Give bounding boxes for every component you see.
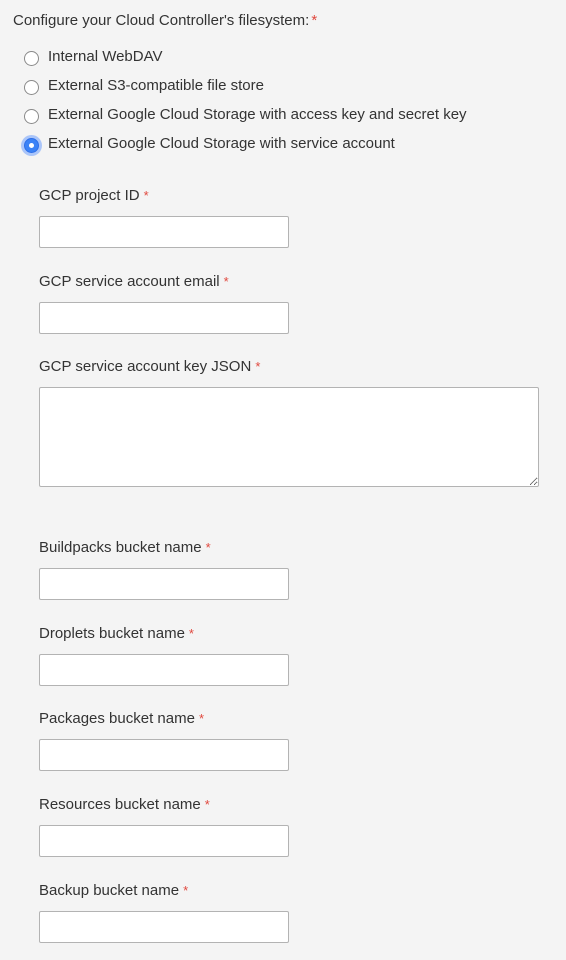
gcp-service-account-email-input[interactable]	[39, 302, 289, 334]
required-asterisk: *	[223, 274, 229, 289]
filesystem-option-gcs-service-account[interactable]: External Google Cloud Storage with servi…	[24, 133, 395, 153]
gcp-service-account-key-json-label-text: GCP service account key JSON	[39, 358, 252, 375]
filesystem-option-external-s3[interactable]: External S3-compatible file store	[24, 75, 264, 95]
required-asterisk: *	[204, 797, 210, 812]
radio-label-internal-webdav[interactable]: Internal WebDAV	[48, 48, 163, 65]
packages-bucket-name-label-text: Packages bucket name	[39, 710, 195, 727]
filesystem-option-internal-webdav[interactable]: Internal WebDAV	[24, 46, 163, 66]
filesystem-heading: Configure your Cloud Controller's filesy…	[13, 11, 317, 31]
packages-bucket-name-input[interactable]	[39, 739, 289, 771]
radio-gcs-service-account[interactable]	[24, 137, 39, 153]
radio-gcs-access-key[interactable]	[24, 108, 39, 124]
droplets-bucket-name-label-text: Droplets bucket name	[39, 625, 185, 642]
gcp-service-account-key-json-textarea[interactable]	[39, 387, 539, 487]
required-asterisk: *	[183, 883, 189, 898]
gcp-service-account-email-label-text: GCP service account email	[39, 273, 220, 290]
gcp-service-account-key-json-label: GCP service account key JSON *	[39, 357, 260, 377]
packages-bucket-name-label: Packages bucket name *	[39, 709, 204, 729]
droplets-bucket-name-input[interactable]	[39, 654, 289, 686]
backup-bucket-name-label: Backup bucket name *	[39, 881, 188, 901]
backup-bucket-name-label-text: Backup bucket name	[39, 882, 180, 899]
required-asterisk: *	[143, 188, 149, 203]
droplets-bucket-name-label: Droplets bucket name *	[39, 624, 194, 644]
required-asterisk: *	[188, 626, 194, 641]
buildpacks-bucket-name-input[interactable]	[39, 568, 289, 600]
required-asterisk: *	[311, 12, 318, 29]
radio-external-s3[interactable]	[24, 79, 39, 95]
buildpacks-bucket-name-label: Buildpacks bucket name *	[39, 538, 211, 558]
required-asterisk: *	[198, 711, 204, 726]
radio-label-gcs-access-key[interactable]: External Google Cloud Storage with acces…	[48, 106, 467, 123]
backup-bucket-name-input[interactable]	[39, 911, 289, 943]
required-asterisk: *	[205, 540, 211, 555]
resources-bucket-name-label-text: Resources bucket name	[39, 796, 201, 813]
filesystem-option-gcs-access-key[interactable]: External Google Cloud Storage with acces…	[24, 104, 467, 124]
required-asterisk: *	[255, 359, 261, 374]
resources-bucket-name-label: Resources bucket name *	[39, 795, 210, 815]
gcp-project-id-input[interactable]	[39, 216, 289, 248]
radio-label-external-s3[interactable]: External S3-compatible file store	[48, 77, 264, 94]
radio-internal-webdav[interactable]	[24, 50, 39, 66]
gcp-project-id-label: GCP project ID *	[39, 186, 149, 206]
gcp-project-id-label-text: GCP project ID	[39, 187, 140, 204]
radio-label-gcs-service-account[interactable]: External Google Cloud Storage with servi…	[48, 135, 395, 152]
resources-bucket-name-input[interactable]	[39, 825, 289, 857]
buildpacks-bucket-name-label-text: Buildpacks bucket name	[39, 539, 202, 556]
gcp-service-account-email-label: GCP service account email *	[39, 272, 229, 292]
filesystem-heading-text: Configure your Cloud Controller's filesy…	[13, 12, 310, 29]
